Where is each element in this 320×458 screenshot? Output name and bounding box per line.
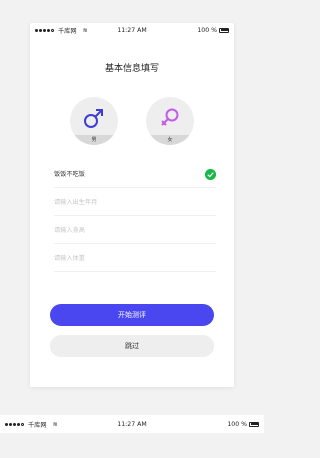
diet-option-label: 饭饭不吃饭 bbox=[54, 171, 85, 178]
bottom-status-bar: 千库网 ≋ 11:27 AM 100 % bbox=[0, 415, 264, 433]
skip-button[interactable]: 跳过 bbox=[50, 335, 214, 357]
gender-male-label: 男 bbox=[70, 135, 118, 145]
height-placeholder: 请输入身高 bbox=[54, 227, 85, 234]
gender-female-label: 女 bbox=[146, 135, 194, 145]
female-symbol-icon bbox=[161, 108, 179, 126]
weight-placeholder: 请输入体重 bbox=[54, 255, 85, 262]
battery-percent: 100 % bbox=[197, 26, 217, 34]
start-assessment-button[interactable]: 开始测评 bbox=[50, 304, 214, 326]
check-circle-icon bbox=[205, 169, 216, 180]
birthday-input[interactable]: 请输入出生年月 bbox=[54, 191, 216, 216]
main-card: 千库网 ≋ 11:27 AM 100 % 基本信息填写 男 女 饭饭不吃饭 请输… bbox=[30, 23, 234, 387]
status-time: 11:27 AM bbox=[117, 420, 147, 428]
battery-percent: 100 % bbox=[227, 420, 247, 428]
status-bar-bottom: 千库网 ≋ 11:27 AM 100 % bbox=[0, 417, 264, 431]
height-input[interactable]: 请输入身高 bbox=[54, 219, 216, 244]
status-bar: 千库网 ≋ 11:27 AM 100 % bbox=[30, 23, 234, 37]
male-symbol-icon bbox=[84, 109, 103, 128]
diet-option-row[interactable]: 饭饭不吃饭 bbox=[54, 163, 216, 188]
weight-input[interactable]: 请输入体重 bbox=[54, 247, 216, 272]
battery-icon bbox=[219, 27, 229, 33]
battery-status: 100 % bbox=[227, 421, 259, 428]
gender-male-option[interactable]: 男 bbox=[70, 97, 118, 145]
battery-icon bbox=[249, 421, 259, 427]
birthday-placeholder: 请输入出生年月 bbox=[54, 199, 98, 206]
page-title: 基本信息填写 bbox=[104, 64, 159, 74]
gender-female-option[interactable]: 女 bbox=[146, 97, 194, 145]
battery-status: 100 % bbox=[197, 27, 229, 34]
